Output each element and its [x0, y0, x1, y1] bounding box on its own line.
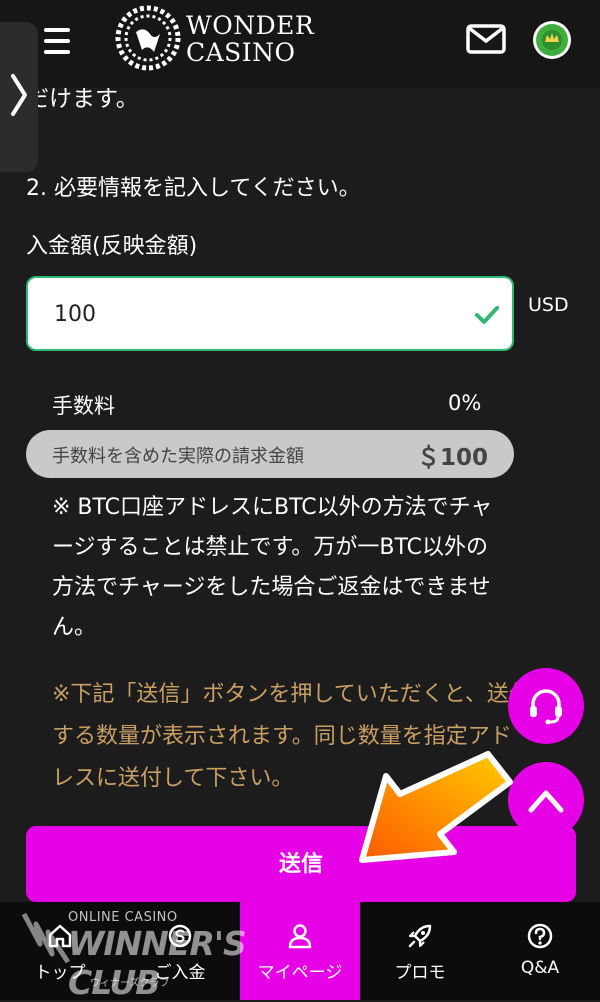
check-icon: [475, 306, 499, 324]
user-icon: [288, 924, 312, 949]
user-rank-avatar[interactable]: [532, 20, 572, 60]
nav-item-promo[interactable]: プロモ: [360, 902, 480, 1000]
rocket-icon: [408, 924, 432, 948]
amount-label: 入金額(反映金額): [26, 234, 198, 259]
logo-wordmark: WONDER CASINO: [186, 11, 315, 67]
btc-warning-notice: ※ BTC口座アドレスにBTC以外の方法でチャージすることは禁止です。万が一BT…: [52, 495, 493, 640]
total-amount-value: ＄100: [416, 445, 488, 471]
logo-emblem-icon: [115, 5, 181, 71]
nav-item-deposit[interactable]: ご入金: [120, 902, 240, 1000]
support-chat-button[interactable]: [508, 668, 584, 744]
headset-icon: [530, 689, 562, 725]
total-amount-label: 手数料を含めた実際の請求金額: [52, 446, 304, 467]
intro-text-tail: だけます。: [26, 86, 139, 112]
step-2-instruction: 2. 必要情報を記入してください。: [26, 176, 361, 201]
fee-value: 0%: [448, 391, 482, 415]
nav-item-qa[interactable]: Q&A: [480, 902, 600, 1000]
total-amount-bar: 手数料を含めた実際の請求金額 ＄100: [26, 430, 514, 478]
deposit-icon: [168, 924, 192, 948]
nav-item-mypage[interactable]: マイページ: [240, 902, 360, 1000]
nav-item-top[interactable]: トップ: [0, 902, 120, 1000]
bottom-navigation: トップ ご入金 マイページ プロモ Q&A: [0, 902, 600, 1000]
hamburger-menu-icon[interactable]: [44, 28, 70, 54]
chevron-up-icon: [528, 790, 564, 813]
mail-icon[interactable]: [466, 24, 506, 54]
side-drawer-tab[interactable]: [0, 22, 38, 172]
casino-logo[interactable]: WONDER CASINO: [114, 4, 314, 74]
fee-label: 手数料: [52, 394, 115, 418]
app-header: WONDER CASINO: [0, 0, 600, 88]
amount-input-box[interactable]: [26, 276, 514, 351]
currency-label: USD: [528, 294, 569, 316]
amount-input[interactable]: [54, 298, 454, 330]
chevron-right-icon: [11, 74, 27, 116]
pointer-arrow-icon: [359, 751, 513, 863]
question-icon: [527, 923, 553, 949]
home-icon: [48, 924, 72, 948]
